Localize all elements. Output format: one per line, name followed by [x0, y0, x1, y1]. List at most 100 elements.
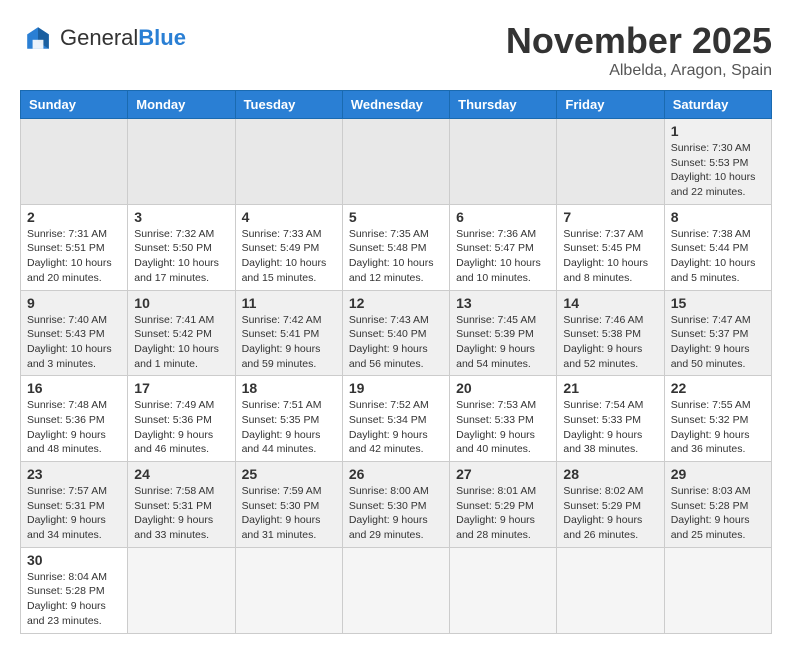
location-subtitle: Albelda, Aragon, Spain [506, 62, 772, 80]
calendar-day-cell: 9 Sunrise: 7:40 AM Sunset: 5:43 PM Daylig… [21, 290, 128, 376]
day-number: 11 [242, 295, 336, 311]
day-number: 6 [456, 209, 550, 225]
day-info: Sunrise: 7:58 AM Sunset: 5:31 PM Dayligh… [134, 484, 228, 543]
title-area: November 2025 Albelda, Aragon, Spain [506, 20, 772, 80]
day-number: 25 [242, 466, 336, 482]
day-number: 15 [671, 295, 765, 311]
calendar-day-cell: 27 Sunrise: 8:01 AM Sunset: 5:29 PM Dayli… [450, 462, 557, 548]
day-info: Sunrise: 7:46 AM Sunset: 5:38 PM Dayligh… [563, 313, 657, 372]
calendar-day-cell: 15Sunrise: 7:47 AM Sunset: 5:37 PM Dayli… [664, 290, 771, 376]
day-info: Sunrise: 8:02 AM Sunset: 5:29 PM Dayligh… [563, 484, 657, 543]
calendar-day-cell: 6 Sunrise: 7:36 AM Sunset: 5:47 PM Daylig… [450, 204, 557, 290]
weekday-header-saturday: Saturday [664, 91, 771, 119]
day-number: 20 [456, 380, 550, 396]
calendar-day-cell [235, 547, 342, 633]
calendar-week-row: 16Sunrise: 7:48 AM Sunset: 5:36 PM Dayli… [21, 376, 772, 462]
day-info: Sunrise: 7:55 AM Sunset: 5:32 PM Dayligh… [671, 398, 765, 457]
calendar-day-cell: 7 Sunrise: 7:37 AM Sunset: 5:45 PM Daylig… [557, 204, 664, 290]
day-number: 1 [671, 123, 765, 139]
day-info: Sunrise: 7:52 AM Sunset: 5:34 PM Dayligh… [349, 398, 443, 457]
day-number: 26 [349, 466, 443, 482]
page-header: GeneralBlue November 2025 Albelda, Arago… [20, 20, 772, 80]
day-info: Sunrise: 7:37 AM Sunset: 5:45 PM Dayligh… [563, 227, 657, 286]
day-number: 28 [563, 466, 657, 482]
calendar-day-cell: 21Sunrise: 7:54 AM Sunset: 5:33 PM Dayli… [557, 376, 664, 462]
day-info: Sunrise: 7:54 AM Sunset: 5:33 PM Dayligh… [563, 398, 657, 457]
calendar-day-cell: 23 Sunrise: 7:57 AM Sunset: 5:31 PM Dayli… [21, 462, 128, 548]
day-info: Sunrise: 7:38 AM Sunset: 5:44 PM Dayligh… [671, 227, 765, 286]
day-info: Sunrise: 7:40 AM Sunset: 5:43 PM Dayligh… [27, 313, 121, 372]
day-number: 14 [563, 295, 657, 311]
calendar-day-cell: 12 Sunrise: 7:43 AM Sunset: 5:40 PM Dayli… [342, 290, 449, 376]
day-info: Sunrise: 7:53 AM Sunset: 5:33 PM Dayligh… [456, 398, 550, 457]
calendar-day-cell: 2 Sunrise: 7:31 AM Sunset: 5:51 PM Daylig… [21, 204, 128, 290]
calendar-day-cell [128, 119, 235, 205]
day-info: Sunrise: 7:36 AM Sunset: 5:47 PM Dayligh… [456, 227, 550, 286]
day-info: Sunrise: 7:57 AM Sunset: 5:31 PM Dayligh… [27, 484, 121, 543]
calendar-day-cell [235, 119, 342, 205]
calendar-day-cell [128, 547, 235, 633]
day-number: 5 [349, 209, 443, 225]
calendar-day-cell: 22 Sunrise: 7:55 AM Sunset: 5:32 PM Dayli… [664, 376, 771, 462]
calendar-day-cell: 20 Sunrise: 7:53 AM Sunset: 5:33 PM Dayli… [450, 376, 557, 462]
day-number: 9 [27, 295, 121, 311]
calendar-day-cell [342, 119, 449, 205]
calendar-day-cell: 17Sunrise: 7:49 AM Sunset: 5:36 PM Dayli… [128, 376, 235, 462]
day-number: 2 [27, 209, 121, 225]
day-number: 13 [456, 295, 550, 311]
calendar-day-cell: 28 Sunrise: 8:02 AM Sunset: 5:29 PM Dayli… [557, 462, 664, 548]
calendar-week-row: 9 Sunrise: 7:40 AM Sunset: 5:43 PM Daylig… [21, 290, 772, 376]
calendar-day-cell [664, 547, 771, 633]
calendar-day-cell [557, 547, 664, 633]
day-info: Sunrise: 7:59 AM Sunset: 5:30 PM Dayligh… [242, 484, 336, 543]
day-number: 27 [456, 466, 550, 482]
calendar-day-cell: 30 Sunrise: 8:04 AM Sunset: 5:28 PM Dayli… [21, 547, 128, 633]
calendar-day-cell: 29Sunrise: 8:03 AM Sunset: 5:28 PM Dayli… [664, 462, 771, 548]
weekday-header-tuesday: Tuesday [235, 91, 342, 119]
logo: GeneralBlue [20, 20, 186, 56]
day-info: Sunrise: 7:42 AM Sunset: 5:41 PM Dayligh… [242, 313, 336, 372]
calendar-week-row: 23 Sunrise: 7:57 AM Sunset: 5:31 PM Dayli… [21, 462, 772, 548]
calendar-week-row: 2 Sunrise: 7:31 AM Sunset: 5:51 PM Daylig… [21, 204, 772, 290]
calendar-day-cell: 8 Sunrise: 7:38 AM Sunset: 5:44 PM Daylig… [664, 204, 771, 290]
weekday-header-sunday: Sunday [21, 91, 128, 119]
day-info: Sunrise: 8:03 AM Sunset: 5:28 PM Dayligh… [671, 484, 765, 543]
calendar-day-cell: 1 Sunrise: 7:30 AM Sunset: 5:53 PM Daylig… [664, 119, 771, 205]
day-info: Sunrise: 7:41 AM Sunset: 5:42 PM Dayligh… [134, 313, 228, 372]
day-info: Sunrise: 8:04 AM Sunset: 5:28 PM Dayligh… [27, 570, 121, 629]
day-number: 12 [349, 295, 443, 311]
day-number: 19 [349, 380, 443, 396]
day-number: 8 [671, 209, 765, 225]
calendar-day-cell: 4Sunrise: 7:33 AM Sunset: 5:49 PM Daylig… [235, 204, 342, 290]
day-info: Sunrise: 8:01 AM Sunset: 5:29 PM Dayligh… [456, 484, 550, 543]
day-number: 7 [563, 209, 657, 225]
calendar-week-row: 30 Sunrise: 8:04 AM Sunset: 5:28 PM Dayli… [21, 547, 772, 633]
day-number: 17 [134, 380, 228, 396]
day-number: 3 [134, 209, 228, 225]
day-number: 22 [671, 380, 765, 396]
calendar-day-cell: 26Sunrise: 8:00 AM Sunset: 5:30 PM Dayli… [342, 462, 449, 548]
day-number: 10 [134, 295, 228, 311]
calendar-day-cell: 19 Sunrise: 7:52 AM Sunset: 5:34 PM Dayli… [342, 376, 449, 462]
day-info: Sunrise: 7:30 AM Sunset: 5:53 PM Dayligh… [671, 141, 765, 200]
day-info: Sunrise: 7:31 AM Sunset: 5:51 PM Dayligh… [27, 227, 121, 286]
weekday-header-wednesday: Wednesday [342, 91, 449, 119]
day-info: Sunrise: 7:43 AM Sunset: 5:40 PM Dayligh… [349, 313, 443, 372]
calendar-day-cell [342, 547, 449, 633]
weekday-header-monday: Monday [128, 91, 235, 119]
calendar-day-cell: 3 Sunrise: 7:32 AM Sunset: 5:50 PM Daylig… [128, 204, 235, 290]
calendar-day-cell: 25 Sunrise: 7:59 AM Sunset: 5:30 PM Dayli… [235, 462, 342, 548]
calendar-table: SundayMondayTuesdayWednesdayThursdayFrid… [20, 90, 772, 634]
calendar-day-cell: 5 Sunrise: 7:35 AM Sunset: 5:48 PM Daylig… [342, 204, 449, 290]
calendar-day-cell: 16Sunrise: 7:48 AM Sunset: 5:36 PM Dayli… [21, 376, 128, 462]
day-info: Sunrise: 7:32 AM Sunset: 5:50 PM Dayligh… [134, 227, 228, 286]
calendar-day-cell: 10 Sunrise: 7:41 AM Sunset: 5:42 PM Dayli… [128, 290, 235, 376]
day-info: Sunrise: 7:33 AM Sunset: 5:49 PM Dayligh… [242, 227, 336, 286]
day-number: 30 [27, 552, 121, 568]
general-blue-logo-icon [20, 20, 56, 56]
day-info: Sunrise: 7:35 AM Sunset: 5:48 PM Dayligh… [349, 227, 443, 286]
logo-text: GeneralBlue [60, 25, 186, 51]
calendar-day-cell: 14 Sunrise: 7:46 AM Sunset: 5:38 PM Dayli… [557, 290, 664, 376]
calendar-day-cell [450, 547, 557, 633]
day-number: 23 [27, 466, 121, 482]
